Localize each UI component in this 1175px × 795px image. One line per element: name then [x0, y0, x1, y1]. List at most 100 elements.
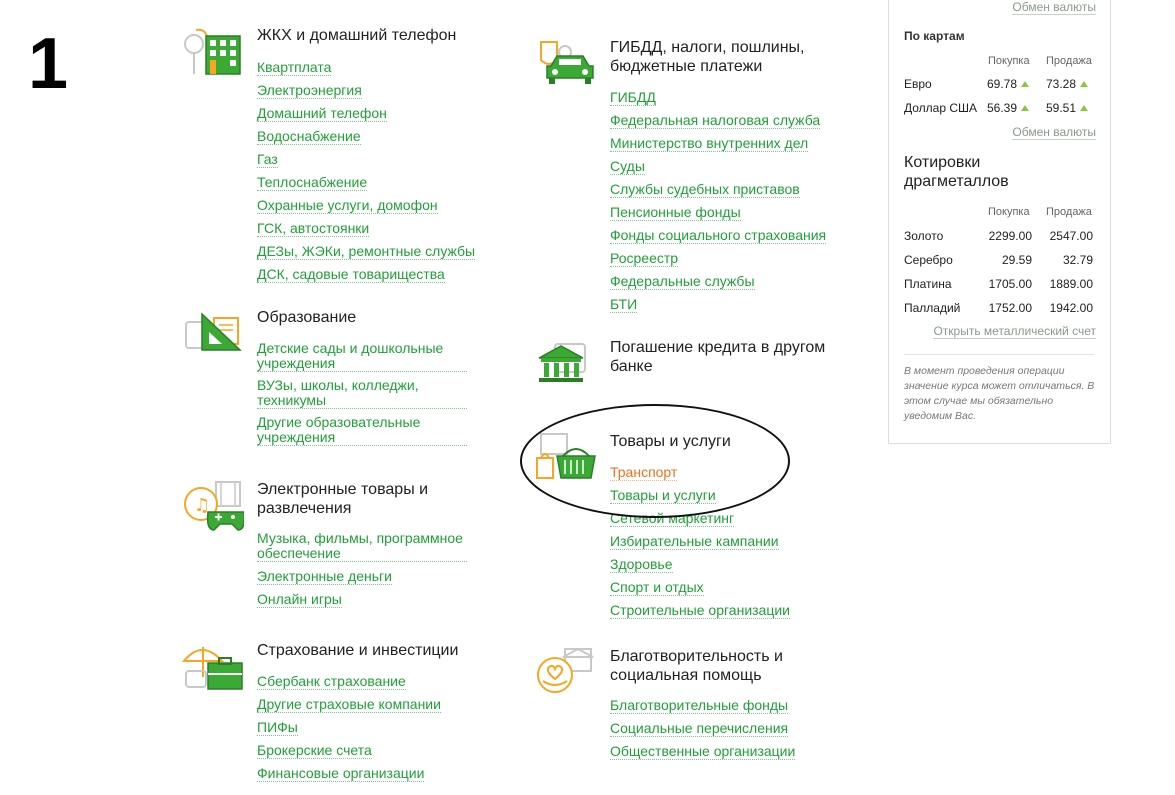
buy-value: 2299.00 [988, 229, 1032, 243]
link-health[interactable]: Здоровье [610, 557, 673, 573]
buy-value: 56.39 [987, 101, 1018, 115]
car-icon [540, 41, 594, 84]
link-security[interactable]: Охранные услуги, домофон [257, 198, 438, 214]
link-garage[interactable]: ГСК, автостоянки [257, 221, 370, 237]
buy-cell: 56.39 [987, 101, 1030, 115]
sell-cell: 73.28 [1046, 77, 1089, 91]
link-other-insurance[interactable]: Другие страховые компании [257, 697, 441, 713]
sell-value: 1889.00 [1049, 277, 1093, 291]
link-heating[interactable]: Теплоснабжение [257, 175, 368, 191]
exchange-link[interactable]: Обмен валюты [1012, 126, 1096, 140]
sell-value: 59.51 [1046, 101, 1077, 115]
link-e-money[interactable]: Электронные деньги [257, 569, 392, 585]
link-federal-services[interactable]: Федеральные службы [610, 274, 755, 290]
category-title: ГИБДД, налоги, пошлины, бюджетные платеж… [610, 39, 805, 75]
category-title: Товары и услуги [610, 433, 731, 450]
up-arrow-icon [1021, 81, 1030, 87]
metal-name: Платина [904, 277, 952, 291]
divider [904, 354, 1094, 355]
category-entertainment: ♫ Электронные товары и развлечения Музык… [182, 480, 502, 610]
category-title: ЖКХ и домашний телефон [257, 27, 457, 44]
sell-value: 73.28 [1046, 77, 1077, 91]
link-tax-service[interactable]: Федеральная налоговая служба [610, 113, 821, 129]
link-charity-funds[interactable]: Благотворительные фонды [610, 698, 789, 714]
metal-row-platinum: Платина 1705.00 1889.00 [904, 277, 1094, 293]
exchange-link-top[interactable]: Обмен валюты [1012, 1, 1096, 15]
link-electricity[interactable]: Электроэнергия [257, 83, 362, 99]
link-list: Детские сады и дошкольные учреждения ВУЗ… [257, 341, 467, 452]
link-mvd[interactable]: Министерство внутренних дел [610, 136, 809, 152]
category-education: Образование Детские сады и дошкольные уч… [182, 308, 502, 448]
link-brokerage[interactable]: Брокерские счета [257, 743, 372, 759]
sell-value: 1942.00 [1049, 301, 1093, 315]
metal-name: Золото [904, 229, 944, 243]
link-dsk[interactable]: ДСК, садовые товарищества [257, 267, 445, 283]
umbrella-briefcase-icon [182, 647, 243, 690]
sell-value: 32.79 [1062, 253, 1093, 267]
category-title: Электронные товары и развлечения [257, 481, 429, 517]
step-number: 1 [28, 24, 69, 104]
category-zhkh: ЖКХ и домашний телефон Квартплата Электр… [182, 26, 502, 283]
link-online-games[interactable]: Онлайн игры [257, 592, 342, 608]
link-gas[interactable]: Газ [257, 152, 278, 168]
metal-row-gold: Золото 2299.00 2547.00 [904, 229, 1094, 245]
link-list: Транспорт Товары и услуги Сетевой маркет… [610, 464, 790, 625]
link-pension-funds[interactable]: Пенсионные фонды [610, 205, 741, 221]
currency-row-usd: Доллар США 56.39 59.51 [904, 101, 1094, 117]
link-sport[interactable]: Спорт и отдых [610, 580, 704, 596]
link-other-edu[interactable]: Другие образовательные учреждения [257, 415, 467, 446]
metal-row-silver: Серебро 29.59 32.79 [904, 253, 1094, 269]
link-network-marketing[interactable]: Сетевой маркетинг [610, 511, 735, 527]
link-public-orgs[interactable]: Общественные организации [610, 744, 796, 760]
link-bailiffs[interactable]: Службы судебных приставов [610, 182, 800, 198]
link-music[interactable]: Музыка, фильмы, программное обеспечение [257, 531, 467, 562]
sell-header: Продажа [1046, 55, 1092, 67]
link-bti[interactable]: БТИ [610, 297, 638, 313]
link-home-phone[interactable]: Домашний телефон [257, 106, 387, 122]
link-kindergarten[interactable]: Детские сады и дошкольные учреждения [257, 341, 467, 372]
category-title[interactable]: Погашение кредита в другом банке [610, 338, 840, 376]
buy-value: 69.78 [987, 77, 1018, 91]
buy-value: 1705.00 [988, 277, 1032, 291]
link-social-insurance[interactable]: Фонды социального страхования [610, 228, 827, 244]
up-arrow-icon [1021, 105, 1030, 111]
link-list: Благотворительные фонды Социальные переч… [610, 697, 796, 766]
link-rosreestr[interactable]: Росреестр [610, 251, 679, 267]
set-square-icon [185, 312, 242, 351]
metal-name: Палладий [904, 301, 961, 315]
link-sber-insurance[interactable]: Сбербанк страхование [257, 674, 406, 690]
category-credit[interactable]: Погашение кредита в другом банке [535, 338, 855, 388]
up-arrow-icon [1080, 105, 1089, 111]
currency-name: Евро [904, 77, 932, 91]
building-icon [184, 28, 241, 75]
category-goods: Товары и услуги Транспорт Товары и услуг… [535, 432, 855, 619]
link-gibdd[interactable]: ГИБДД [610, 90, 656, 106]
category-insurance: Страхование и инвестиции Сбербанк страхо… [182, 641, 502, 782]
category-title: Образование [257, 309, 357, 326]
buy-header: Покупка [988, 55, 1030, 67]
currency-row-eur: Евро 69.78 73.28 [904, 77, 1094, 93]
buy-value: 29.59 [1001, 253, 1032, 267]
sell-cell: 59.51 [1046, 101, 1089, 115]
currency-name: Доллар США [904, 101, 978, 115]
link-dez[interactable]: ДЕЗы, ЖЭКи, ремонтные службы [257, 244, 476, 260]
buy-value: 1752.00 [988, 301, 1032, 315]
metals-title: Котировки драгметаллов [904, 154, 1009, 190]
sell-value: 2547.00 [1049, 229, 1093, 243]
link-courts[interactable]: Суды [610, 159, 645, 175]
link-universities[interactable]: ВУЗы, школы, колледжи, техникумы [257, 378, 467, 409]
link-goods-services[interactable]: Товары и услуги [610, 488, 716, 504]
rates-panel: Обмен валюты По картам Покупка Продажа Е… [888, 0, 1111, 444]
link-election-campaigns[interactable]: Избирательные кампании [610, 534, 779, 550]
bank-icon [538, 343, 586, 382]
open-metal-account-link[interactable]: Открыть металлический счет [933, 325, 1096, 339]
link-construction[interactable]: Строительные организации [610, 603, 790, 619]
category-gibdd: ГИБДД, налоги, пошлины, бюджетные платеж… [535, 38, 855, 313]
link-pif[interactable]: ПИФы [257, 720, 298, 736]
link-kvartplata[interactable]: Квартплата [257, 60, 332, 76]
link-social-transfers[interactable]: Социальные перечисления [610, 721, 789, 737]
link-transport[interactable]: Транспорт [610, 465, 678, 481]
link-financial-orgs[interactable]: Финансовые организации [257, 766, 425, 782]
rates-disclaimer: В момент проведения операции значение ку… [904, 365, 1095, 422]
link-water[interactable]: Водоснабжение [257, 129, 361, 145]
